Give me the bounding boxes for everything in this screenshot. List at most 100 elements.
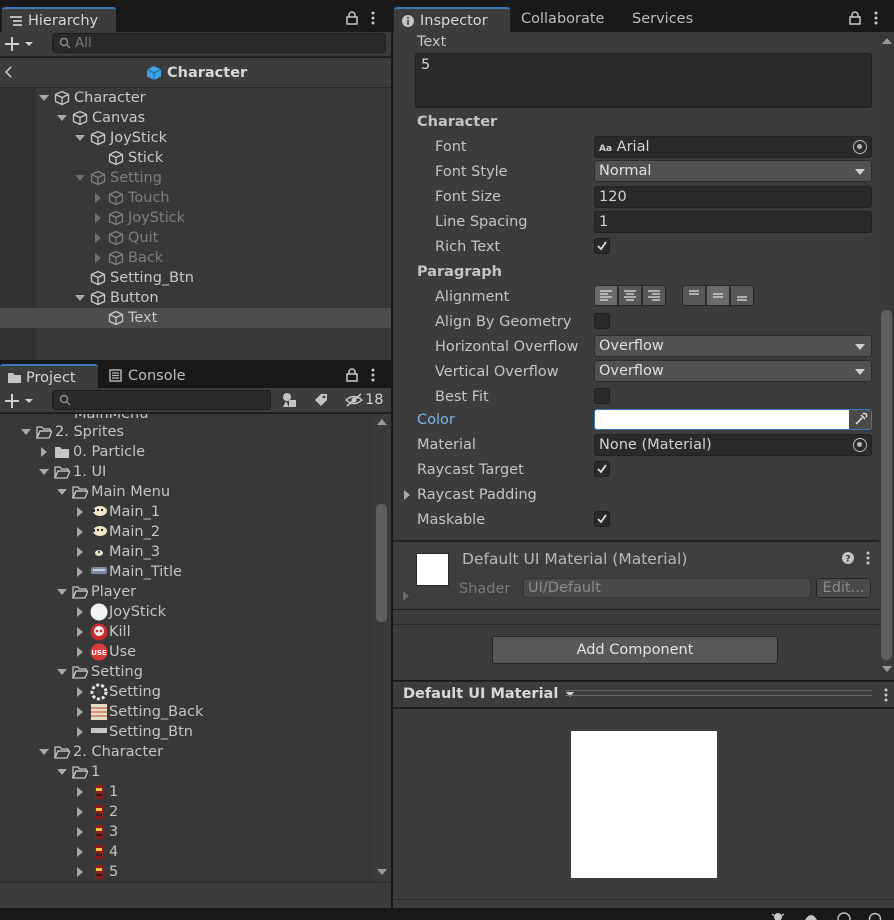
scroll-up-arrow-icon[interactable] <box>882 38 892 44</box>
font-size-field[interactable]: 120 <box>594 186 872 208</box>
project-item[interactable]: Main_1 <box>0 502 372 522</box>
inspector-scroll-thumb[interactable] <box>881 310 892 660</box>
project-item[interactable]: Kill <box>0 622 372 642</box>
project-item[interactable]: 5 <box>0 862 372 882</box>
hierarchy-item[interactable]: Button <box>0 288 391 308</box>
font-field[interactable]: Aa Arial <box>594 136 872 158</box>
text-area-field[interactable]: 5 <box>415 53 872 108</box>
project-item[interactable]: Setting <box>0 662 372 682</box>
project-scrollbar[interactable] <box>372 414 391 882</box>
project-item[interactable]: Main_2 <box>0 522 372 542</box>
inspector-menu-icon[interactable] <box>873 11 879 25</box>
h-overflow-dropdown[interactable]: Overflow <box>594 335 872 357</box>
hierarchy-item[interactable]: Character <box>0 88 391 108</box>
tab-inspector[interactable]: Inspector <box>394 7 510 32</box>
object-picker-icon[interactable] <box>853 140 867 154</box>
hierarchy-lock-icon[interactable] <box>346 11 358 25</box>
align-middle-button[interactable] <box>706 285 730 306</box>
cloud-icon[interactable] <box>835 910 853 920</box>
material-foldout-icon[interactable] <box>403 591 409 601</box>
preview-drag-handle[interactable] <box>565 690 872 696</box>
raycast-target-checkbox[interactable] <box>594 461 610 477</box>
shader-edit-button[interactable]: Edit... <box>816 578 871 598</box>
align-top-button[interactable] <box>682 285 706 306</box>
align-geometry-checkbox[interactable] <box>594 313 610 329</box>
search-by-label-icon[interactable] <box>313 392 329 408</box>
preview-menu-icon[interactable] <box>883 688 889 702</box>
hierarchy-item[interactable]: Touch <box>0 188 391 208</box>
inspector-scrollbar[interactable] <box>879 32 894 680</box>
raycast-padding-foldout-icon[interactable] <box>404 490 410 500</box>
notification-icon[interactable] <box>867 910 883 920</box>
search-by-type-icon[interactable] <box>282 392 298 408</box>
project-item[interactable]: 2. Sprites <box>0 422 372 442</box>
project-item[interactable]: Main Menu <box>0 482 372 502</box>
material-menu-icon[interactable] <box>865 551 871 565</box>
project-item[interactable]: 1 <box>0 762 372 782</box>
add-component-button[interactable]: Add Component <box>492 636 778 664</box>
maskable-checkbox[interactable] <box>594 511 610 527</box>
align-right-button[interactable] <box>642 285 666 306</box>
hierarchy-menu-icon[interactable] <box>370 11 376 25</box>
hierarchy-item[interactable]: JoyStick <box>0 128 391 148</box>
material-field[interactable]: None (Material) <box>594 434 872 456</box>
object-picker-icon[interactable] <box>853 438 867 452</box>
preview-title-dropdown[interactable]: Default UI Material <box>403 684 575 704</box>
rich-text-checkbox[interactable] <box>594 238 610 254</box>
scroll-down-arrow-icon[interactable] <box>377 869 387 875</box>
collab-icon[interactable] <box>803 910 819 920</box>
tab-hierarchy[interactable]: Hierarchy <box>2 7 116 32</box>
tab-collaborate[interactable]: Collaborate <box>511 7 612 32</box>
scroll-down-arrow-icon[interactable] <box>882 666 892 672</box>
project-item[interactable]: Main_3 <box>0 542 372 562</box>
project-item[interactable]: USE Use <box>0 642 372 662</box>
hierarchy-item[interactable]: Canvas <box>0 108 391 128</box>
project-item[interactable]: Main_Title <box>0 562 372 582</box>
tab-console[interactable]: Console <box>102 364 194 389</box>
hierarchy-item[interactable]: Stick <box>0 148 391 168</box>
project-item[interactable]: 3 <box>0 822 372 842</box>
project-item[interactable]: 2. Character <box>0 742 372 762</box>
line-spacing-field[interactable]: 1 <box>594 211 872 233</box>
best-fit-checkbox[interactable] <box>594 388 610 404</box>
project-item[interactable]: 4 <box>0 842 372 862</box>
project-item[interactable]: 0. Particle <box>0 442 372 462</box>
project-item[interactable]: Player <box>0 582 372 602</box>
project-item[interactable]: 1 <box>0 782 372 802</box>
raycast-padding-label[interactable]: Raycast Padding <box>417 483 537 507</box>
tab-project[interactable]: Project <box>0 364 98 389</box>
eyedropper-icon[interactable] <box>849 410 871 429</box>
hierarchy-item[interactable]: JoyStick <box>0 208 391 228</box>
project-item[interactable]: 1. UI <box>0 462 372 482</box>
hierarchy-item[interactable]: Quit <box>0 228 391 248</box>
project-lock-icon[interactable] <box>346 368 358 382</box>
back-arrow-icon[interactable] <box>4 66 12 78</box>
project-item[interactable]: 2 <box>0 802 372 822</box>
shader-dropdown[interactable]: UI/Default <box>523 578 811 598</box>
scroll-up-arrow-icon[interactable] <box>377 419 387 425</box>
project-item[interactable]: Setting_Back <box>0 702 372 722</box>
hidden-packages-toggle[interactable]: 18 <box>345 390 383 410</box>
hierarchy-item[interactable]: Back <box>0 248 391 268</box>
inspector-lock-icon[interactable] <box>849 11 861 25</box>
hierarchy-item[interactable]: Setting_Btn <box>0 268 391 288</box>
project-item[interactable]: Setting_Btn <box>0 722 372 742</box>
project-item[interactable]: Setting <box>0 682 372 702</box>
hierarchy-item[interactable]: Text <box>0 308 391 328</box>
color-field[interactable] <box>594 409 872 430</box>
v-overflow-dropdown[interactable]: Overflow <box>594 360 872 382</box>
align-left-button[interactable] <box>594 285 618 306</box>
project-item[interactable]: JoyStick <box>0 602 372 622</box>
help-icon[interactable]: ? <box>841 551 855 565</box>
bug-icon[interactable] <box>770 910 786 920</box>
align-bottom-button[interactable] <box>730 285 754 306</box>
font-style-dropdown[interactable]: Normal <box>594 160 872 182</box>
project-menu-icon[interactable] <box>370 368 376 382</box>
hierarchy-search-input[interactable]: All <box>52 33 386 53</box>
project-add-button[interactable] <box>4 393 38 409</box>
hierarchy-add-button[interactable] <box>4 36 38 52</box>
project-scroll-thumb[interactable] <box>376 504 387 622</box>
tab-services[interactable]: Services <box>622 7 701 32</box>
align-center-button[interactable] <box>618 285 642 306</box>
project-search-input[interactable] <box>52 390 271 410</box>
